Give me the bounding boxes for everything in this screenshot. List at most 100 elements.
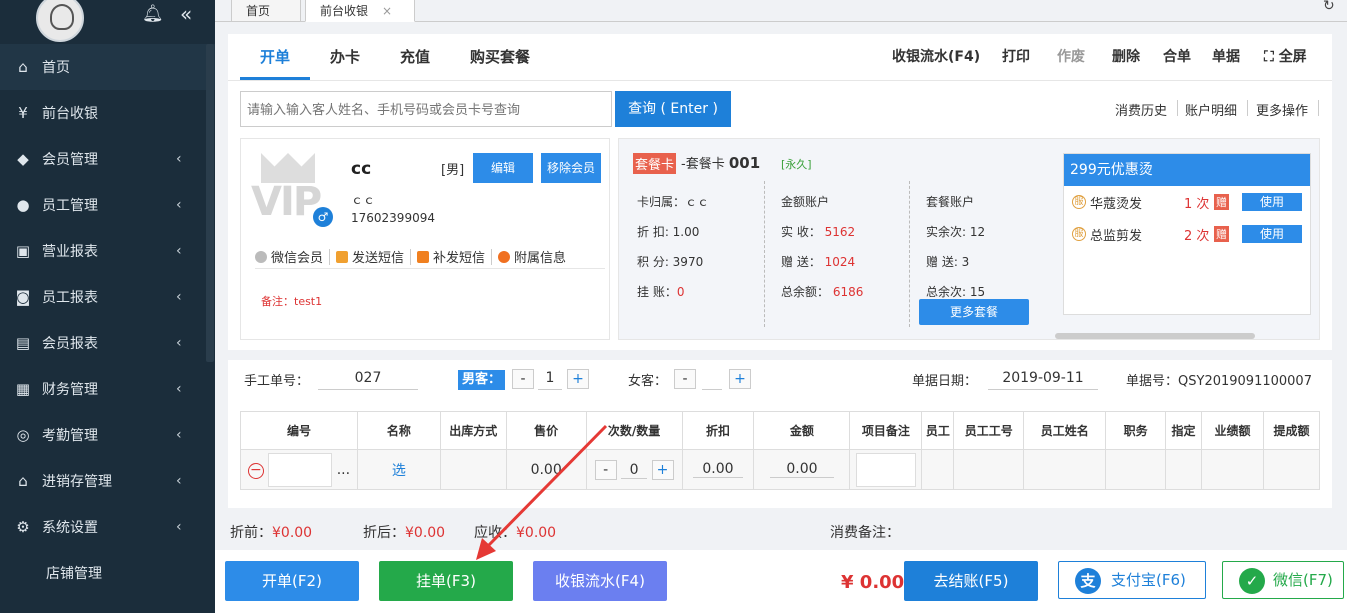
vip-avatar: VIP ♂ [251,153,333,229]
consume-history-link[interactable]: 消费历史 [1115,100,1167,119]
sidebar-item-attendance[interactable]: ◎ 考勤管理 ‹ [0,412,215,458]
female-count-input[interactable] [702,366,722,390]
chevron-left-icon: ‹ [176,289,182,305]
member-name: cc [351,159,372,179]
sidebar-item-home[interactable]: ⌂ 首页 [0,44,215,90]
merge-link[interactable]: 合单 [1163,34,1191,80]
hang-order-button[interactable]: 挂单(F3) [379,561,513,601]
female-plus-button[interactable]: + [729,369,751,389]
resend-sms-link[interactable]: 补发短信 [417,248,493,266]
horizontal-scrollbar[interactable] [1055,333,1255,339]
cash-flow-button[interactable]: 收银流水(F4) [533,561,667,601]
refresh-icon[interactable]: ↻ [1323,0,1335,14]
sidebar-item-staff[interactable]: ● 员工管理 ‹ [0,182,215,228]
discount-input[interactable]: 0.00 [692,461,743,478]
more-icon[interactable]: ... [337,462,350,478]
amount-input[interactable]: 0.00 [769,461,834,478]
remark-input[interactable] [855,452,916,487]
male-minus-button[interactable]: - [512,369,534,389]
bill-date-input[interactable]: 2019-09-11 [988,366,1098,390]
use-button[interactable]: 使用 [1242,225,1302,243]
alipay-button[interactable]: 支 支付宝(F6) [1058,561,1206,599]
wechat-pay-button[interactable]: ✓ 微信(F7) [1222,561,1344,599]
sidebar-item-label: 营业报表 [42,244,98,260]
print-link[interactable]: 打印 [1002,34,1030,80]
gift-label: 赠 送： [781,255,821,269]
female-minus-button[interactable]: - [674,369,696,389]
card-basic-col: 卡归属：ｃｃ 折 扣: 1.00 积 分: 3970 挂 账：0 [637,187,709,307]
fullscreen-link[interactable]: ⛶ 全屏 [1264,34,1307,80]
sidebar-scrollbar[interactable] [206,44,214,362]
sidebar-item-member-report[interactable]: ▤ 会员报表 ‹ [0,320,215,366]
sidebar-item-shop[interactable]: 店铺管理 [0,550,215,596]
sidebar-item-member[interactable]: ◆ 会员管理 ‹ [0,136,215,182]
wechat-member-link[interactable]: 微信会员 [255,248,331,266]
manual-number-input[interactable]: 027 [318,366,418,390]
package-item-name: 华蔻烫发 [1090,196,1143,212]
male-count-input[interactable]: 1 [538,366,562,390]
male-icon: ♂ [313,207,333,227]
remove-member-button[interactable]: 移除会员 [541,153,601,183]
cash-flow-link[interactable]: 收银流水(F4) [892,34,980,80]
wechat-icon [255,250,267,263]
commission-cell[interactable] [1262,449,1321,490]
card-owner: 卡归属：ｃｃ [637,195,710,209]
column-header: 员工姓名 [1023,411,1107,450]
designated-cell[interactable] [1165,449,1203,490]
tab-issue-card[interactable]: 办卡 [310,34,380,80]
qty-plus-button[interactable]: + [651,459,674,480]
sidebar-item-label: 首页 [42,60,70,76]
male-plus-button[interactable]: + [567,369,589,389]
sidebar-item-business-report[interactable]: ▣ 营业报表 ‹ [0,228,215,274]
sidebar: 🔔︎ « ⌂ 首页 ¥ 前台收银 ◆ 会员管理 ‹ ● 员工管理 ‹ ▣ 营业报… [0,0,215,613]
tab-recharge[interactable]: 充值 [380,34,450,80]
performance-cell[interactable] [1201,449,1264,490]
sidebar-item-settings[interactable]: ⚙ 系统设置 ‹ [0,504,215,550]
sidebar-item-inventory[interactable]: ⌂ 进销存管理 ‹ [0,458,215,504]
qty-value[interactable]: 0 [621,462,648,479]
close-icon[interactable]: × [382,4,392,18]
collapse-icon[interactable]: « [180,2,192,26]
more-actions-link[interactable]: 更多操作 [1256,100,1308,119]
search-input[interactable] [240,91,612,127]
tab-cashier[interactable]: 前台收银 × [305,0,415,22]
bell-icon[interactable]: 🔔︎ [142,4,164,24]
void-link[interactable]: 作废 [1057,34,1085,80]
edit-button[interactable]: 编辑 [473,153,533,183]
tab-home[interactable]: 首页 [231,0,301,22]
tab-buy-package[interactable]: 购买套餐 [450,34,550,80]
alipay-label: 支付宝(F6) [1111,571,1186,589]
remove-row-icon[interactable]: − [247,462,264,479]
checkout-button[interactable]: 去结账(F5) [904,561,1038,601]
position-cell[interactable] [1105,449,1167,490]
staff-id-cell[interactable] [953,449,1025,490]
send-sms-link[interactable]: 发送短信 [336,248,412,266]
receipt-link[interactable]: 单据 [1212,34,1240,80]
sidebar-item-label: 店铺管理 [46,566,102,582]
sidebar-item-label: 前台收银 [42,106,98,122]
search-button[interactable]: 查询 ( Enter ) [615,91,731,127]
item-code-input[interactable] [268,452,333,487]
chevron-left-icon: ‹ [176,519,182,535]
sidebar-item-finance[interactable]: ▦ 财务管理 ‹ [0,366,215,412]
staff-cell[interactable] [921,449,955,490]
qty-minus-button[interactable]: - [594,459,617,480]
sidebar-item-cashier[interactable]: ¥ 前台收银 [0,90,215,136]
use-button[interactable]: 使用 [1242,193,1302,211]
staff-name-cell[interactable] [1023,449,1107,490]
delete-link[interactable]: 删除 [1112,34,1140,80]
sidebar-item-staff-report[interactable]: ◙ 员工报表 ‹ [0,274,215,320]
more-packages-button[interactable]: 更多套餐 [919,299,1029,325]
avatar[interactable] [36,0,84,42]
column-header: 编号 [240,411,358,450]
account-detail-link[interactable]: 账户明细 [1185,100,1237,119]
tab-open-order[interactable]: 开单 [240,34,311,80]
total-amount: ¥ 0.00 [841,572,905,593]
choose-link[interactable]: 选 [392,463,406,479]
hang-label: 挂 账： [637,285,677,299]
extra-info-link[interactable]: 附属信息 [498,249,572,266]
link-label: 附属信息 [514,251,567,266]
service-icon: 服 [1072,195,1086,209]
open-order-button[interactable]: 开单(F2) [225,561,359,601]
gift-amount: 赠 送： 1024 [781,247,863,277]
